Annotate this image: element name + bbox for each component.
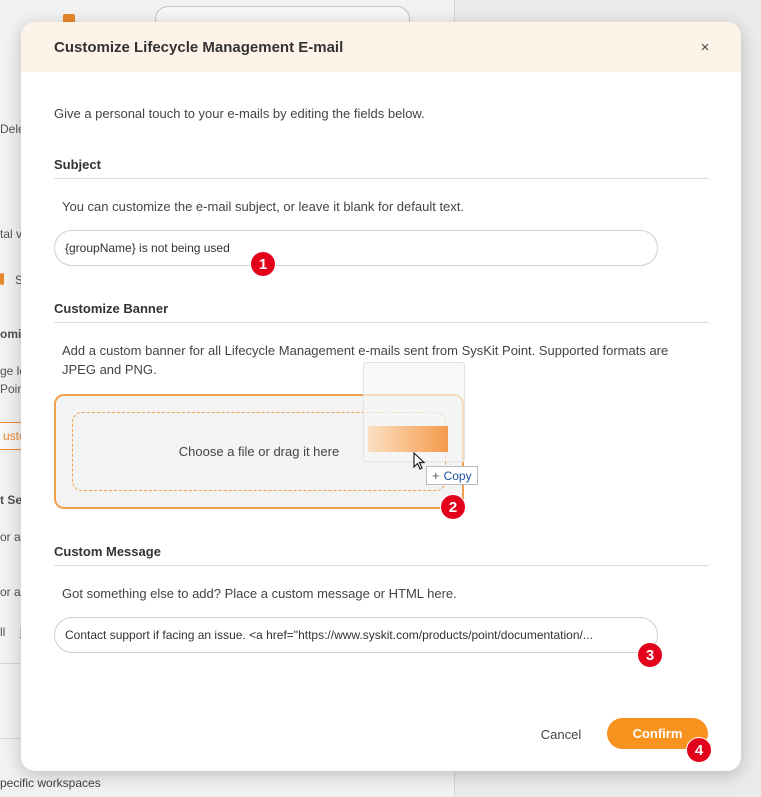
drop-zone-label: Choose a file or drag it here (178, 444, 340, 459)
cursor-arrow-icon (413, 452, 426, 470)
step-badge-2: 2 (440, 494, 466, 520)
cancel-button[interactable]: Cancel (529, 722, 593, 746)
banner-section-title: Customize Banner (54, 301, 169, 316)
customize-email-dialog: Customize Lifecycle Management E-mail × … (21, 22, 741, 771)
dialog-header: Customize Lifecycle Management E-mail × (21, 22, 741, 72)
section-divider (54, 322, 709, 323)
custom-message-input[interactable]: Contact support if facing an issue. <a h… (54, 617, 658, 653)
copy-label: Copy (443, 468, 472, 483)
subject-section-title: Subject (54, 157, 101, 172)
plus-icon: + (432, 468, 440, 483)
subject-description: You can customize the e-mail subject, or… (62, 199, 465, 214)
subject-input[interactable]: {groupName} is not being used (54, 230, 658, 266)
step-badge-1: 1 (250, 251, 276, 277)
message-description: Got something else to add? Place a custo… (62, 586, 457, 601)
dialog-title: Customize Lifecycle Management E-mail (54, 38, 344, 56)
step-badge-4: 4 (686, 737, 712, 763)
copy-drag-indicator: + Copy (426, 466, 478, 485)
dragged-image-thumbnail (368, 426, 448, 452)
section-divider (54, 178, 709, 179)
close-icon: × (700, 38, 710, 56)
step-badge-3: 3 (637, 642, 663, 668)
message-section-title: Custom Message (54, 544, 161, 559)
dialog-intro: Give a personal touch to your e-mails by… (54, 106, 425, 121)
section-divider (54, 565, 709, 566)
close-button[interactable]: × (695, 37, 715, 57)
